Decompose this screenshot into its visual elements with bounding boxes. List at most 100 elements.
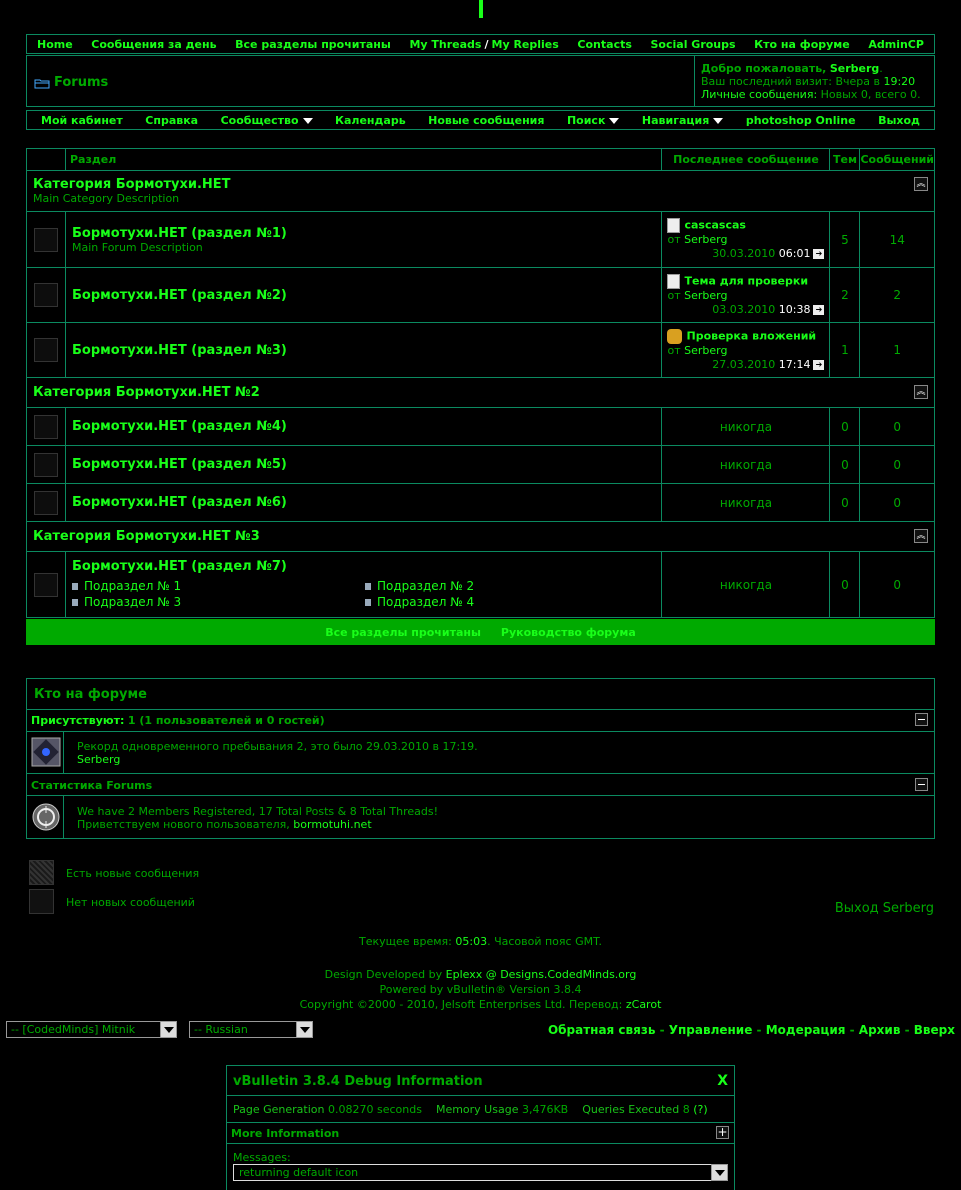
last-post-time: 17:14 [778,357,811,371]
queries-label: Queries Executed [582,1103,680,1116]
page-title[interactable]: Forums [54,75,108,90]
pm-value: Новых 0, всего 0. [820,88,921,101]
stats-icon [32,803,60,831]
collapse-icon[interactable]: ︽ [914,177,928,191]
subforum-item[interactable]: Подраздел № 1 [72,578,365,594]
chevron-down-icon[interactable] [160,1021,177,1038]
divider [227,1095,734,1096]
last-post-never: никогда [661,407,831,446]
expand-plus-icon[interactable]: + [716,1126,729,1139]
nav-calendar[interactable]: Календарь [335,114,406,127]
footer-mark-read-link[interactable]: Все разделы прочитаны [325,626,481,639]
forum-table: Раздел Последнее сообщение Тем Сообщений… [26,148,935,618]
moderation-link[interactable]: Модерация [766,1023,846,1037]
forum-name[interactable]: Бормотухи.НЕТ (раздел №7) [72,559,661,574]
chevron-down-icon[interactable] [711,1164,728,1181]
nav-posts-today[interactable]: Сообщения за день [91,38,216,51]
subforum-item[interactable]: Подраздел № 2 [365,578,658,594]
category-title[interactable]: Категория Бормотухи.НЕТ №2 [33,385,934,400]
language-selector[interactable]: -- Russian [189,1021,313,1038]
forum-posts: 14 [859,211,935,268]
last-post-user[interactable]: Serberg [684,233,727,246]
welcome-period: . [879,62,883,75]
nav-home[interactable]: Home [37,38,73,51]
forum-name[interactable]: Бормотухи.НЕТ (раздел №1) [72,226,661,241]
subforum-icon [72,583,78,590]
forum-posts: 0 [859,407,935,446]
page-gen-value: 0.08270 seconds [328,1103,422,1116]
header-panel: Forums Добро пожаловать, Serberg. Ваш по… [26,55,935,107]
go-to-last-post-icon[interactable]: ➔ [813,304,825,315]
nav-new-posts[interactable]: Новые сообщения [428,114,544,127]
footer-guide-link[interactable]: Руководство форума [501,626,636,639]
forum-name[interactable]: Бормотухи.НЕТ (раздел №5) [72,457,661,472]
nav-my-replies[interactable]: My Replies [492,38,559,51]
last-post-date-value: 30.03.2010 [712,247,776,260]
nav-search-menu[interactable]: Поиск [567,114,620,127]
pm-label[interactable]: Личные сообщения: [701,88,817,101]
collapse-minus-icon[interactable] [915,713,928,726]
nav-social-groups[interactable]: Social Groups [651,38,736,51]
forum-name[interactable]: Бормотухи.НЕТ (раздел №4) [72,419,661,434]
nav-help[interactable]: Справка [145,114,198,127]
category-title[interactable]: Категория Бормотухи.НЕТ [33,177,934,192]
messages-select[interactable]: returning default icon [233,1164,728,1181]
forum-info-cell: Бормотухи.НЕТ (раздел №5) [64,445,663,484]
online-user[interactable]: Serberg [77,753,478,766]
forum-status-icon [34,490,58,515]
forum-posts: 0 [859,483,935,522]
last-post-title[interactable]: Проверка вложений [686,329,816,342]
last-post-user[interactable]: Serberg [684,289,727,302]
divider [27,709,934,710]
nav-photoshop[interactable]: photoshop Online [746,114,856,127]
style-selector[interactable]: -- [CodedMinds] Mitnik [6,1021,177,1038]
go-to-last-post-icon[interactable]: ➔ [813,249,825,259]
nav-navigation-menu[interactable]: Навигация [641,113,724,127]
nav-usercp[interactable]: Мой кабинет [41,114,123,127]
last-post-user[interactable]: Serberg [684,344,727,357]
nav-navigation: Навигация [641,113,710,127]
queries-help-link[interactable]: (?) [693,1103,707,1116]
nav-my-threads[interactable]: My Threads [409,38,481,51]
translator-link[interactable]: zCarot [626,998,662,1011]
chevron-down-icon[interactable] [296,1021,313,1038]
logout-link[interactable]: Выход Serberg [835,901,934,916]
go-to-last-post-icon[interactable]: ➔ [813,359,825,370]
stats-info: We have 2 Members Registered, 17 Total P… [77,805,438,831]
nav-contacts[interactable]: Contacts [577,38,631,51]
forum-name[interactable]: Бормотухи.НЕТ (раздел №3) [72,343,661,358]
nav-admincp[interactable]: AdminCP [868,38,924,51]
forum-name[interactable]: Бормотухи.НЕТ (раздел №6) [72,495,661,510]
collapse-minus-icon[interactable] [915,778,928,791]
forum-name[interactable]: Бормотухи.НЕТ (раздел №2) [72,288,661,303]
nav-mark-read[interactable]: Все разделы прочитаны [235,38,391,51]
category-title[interactable]: Категория Бормотухи.НЕТ №3 [33,529,934,544]
welcome-username[interactable]: Serberg [830,62,879,75]
nav-community-menu[interactable]: Сообщество [221,114,313,127]
close-icon[interactable]: X [717,1073,728,1089]
nav-whos-online[interactable]: Кто на форуме [754,38,850,51]
welcome-line: Добро пожаловать, Serberg. [701,62,921,75]
nav-logout[interactable]: Выход [878,114,920,127]
archive-link[interactable]: Архив [859,1023,901,1037]
forum-info-cell: Бормотухи.НЕТ (раздел №2) [64,267,663,323]
design-link[interactable]: Eplexx @ Designs.CodedMinds.org [446,968,637,981]
forum-threads: 0 [829,445,861,484]
admin-link[interactable]: Управление [669,1023,753,1037]
last-post-title[interactable]: Тема для проверки [684,274,808,287]
whos-online-title[interactable]: Кто на форуме [34,687,147,702]
present-value: 1 (1 пользователей и 0 гостей) [127,714,325,727]
feedback-link[interactable]: Обратная связь [548,1023,655,1037]
new-user-link[interactable]: bormotuhi.net [293,818,371,831]
subforum-name: Подраздел № 1 [84,579,182,593]
last-post-by: от Serberg [667,233,824,247]
present-line: Присутствуют: 1 (1 пользователей и 0 гос… [31,714,325,727]
subforum-item[interactable]: Подраздел № 3 [72,594,365,610]
more-info-title[interactable]: More Information [231,1127,339,1140]
category-cell: ︽ Категория Бормотухи.НЕТ №3 [26,521,935,552]
collapse-icon[interactable]: ︽ [914,529,928,543]
top-link[interactable]: Вверх [914,1023,955,1037]
subforum-item[interactable]: Подраздел № 4 [365,594,658,610]
last-post-title[interactable]: cascascas [684,219,745,232]
collapse-icon[interactable]: ︽ [914,385,928,399]
